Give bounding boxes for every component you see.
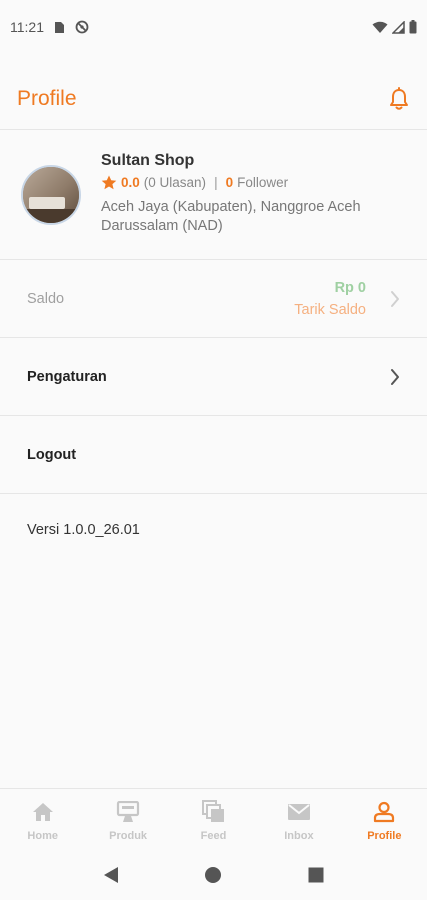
shop-location: Aceh Jaya (Kabupaten), Nanggroe Aceh Dar… — [101, 199, 361, 234]
bell-icon[interactable] — [388, 86, 410, 111]
product-icon — [116, 800, 140, 824]
status-bar: 11:21 — [0, 0, 427, 54]
chevron-right-icon — [390, 368, 400, 386]
nav-feed-label: Feed — [200, 830, 227, 842]
follower-count: 0 — [225, 175, 234, 190]
nav-inbox-label: Inbox — [284, 830, 314, 842]
saldo-label: Saldo — [27, 290, 65, 307]
wifi-icon — [372, 21, 388, 34]
profile-card[interactable]: Sultan Shop 0.0 (0 Ulasan) | 0 Follower … — [0, 130, 427, 260]
chevron-right-icon — [390, 290, 400, 308]
signal-icon — [392, 20, 405, 34]
recents-icon[interactable] — [308, 867, 324, 883]
saldo-amount: Rp 0 — [334, 279, 366, 296]
nav-home-label: Home — [27, 830, 58, 842]
avatar-floor — [23, 209, 79, 223]
feed-icon — [201, 800, 226, 824]
saldo-row[interactable]: Saldo Rp 0 Tarik Saldo — [0, 260, 427, 338]
home-button-icon[interactable] — [204, 866, 222, 884]
system-nav-bar — [0, 850, 427, 900]
page-title: Profile — [17, 86, 77, 110]
rating-separator: | — [214, 175, 218, 190]
nav-produk[interactable]: Produk — [85, 789, 170, 850]
battery-icon — [409, 20, 417, 34]
star-icon — [101, 175, 117, 190]
status-time: 11:21 — [10, 19, 44, 35]
nav-feed[interactable]: Feed — [171, 789, 256, 850]
logout-label: Logout — [27, 446, 77, 463]
no-disturb-icon — [75, 20, 89, 34]
avatar[interactable] — [21, 165, 81, 225]
nav-profile-label: Profile — [367, 830, 402, 842]
settings-label: Pengaturan — [27, 368, 107, 385]
app-version: Versi 1.0.0_26.01 — [27, 522, 140, 538]
shop-name: Sultan Shop — [101, 152, 195, 169]
withdraw-saldo-link[interactable]: Tarik Saldo — [294, 302, 366, 318]
nav-profile[interactable]: Profile — [342, 789, 427, 850]
logout-row[interactable]: Logout — [0, 416, 427, 494]
nav-inbox[interactable]: Inbox — [256, 789, 341, 850]
back-icon[interactable] — [103, 866, 119, 884]
nav-home[interactable]: Home — [0, 789, 85, 850]
review-count: (0 Ulasan) — [143, 175, 207, 190]
profile-icon — [373, 800, 395, 824]
settings-row[interactable]: Pengaturan — [0, 338, 427, 416]
mail-icon — [287, 800, 311, 824]
sim-card-icon — [54, 21, 65, 34]
rating-row: 0.0 (0 Ulasan) | 0 Follower — [101, 175, 288, 190]
rating-value: 0.0 — [121, 175, 140, 190]
app-bar: Profile — [0, 68, 427, 130]
avatar-couch — [29, 197, 65, 209]
nav-produk-label: Produk — [109, 830, 148, 842]
home-icon — [32, 800, 54, 824]
follower-label: Follower — [237, 175, 289, 190]
bottom-nav: Home Produk Feed Inbox Profile — [0, 788, 427, 850]
